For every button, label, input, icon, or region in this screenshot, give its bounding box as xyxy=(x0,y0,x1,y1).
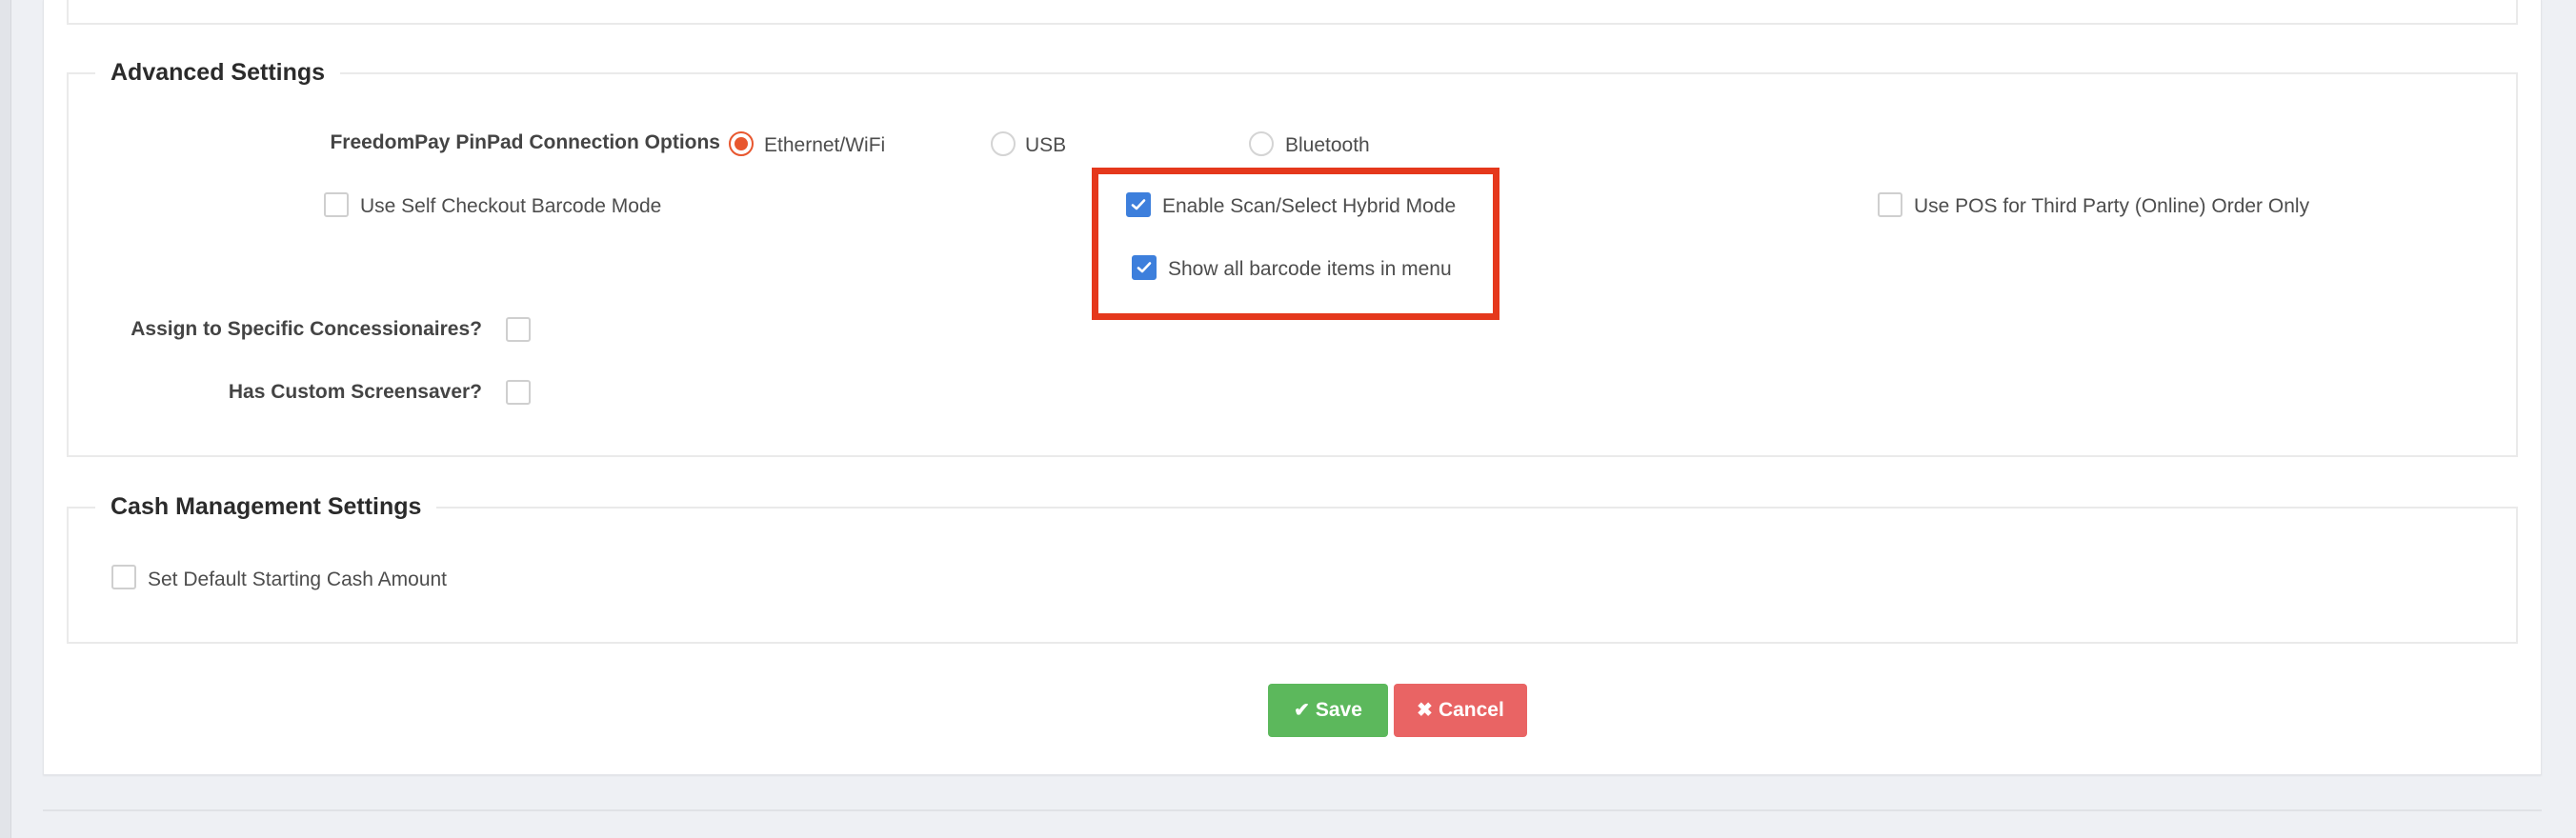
check-icon: ✔ xyxy=(1294,700,1310,721)
screensaver-label: Has Custom Screensaver? xyxy=(228,381,482,403)
third-party-checkbox[interactable] xyxy=(1878,192,1902,217)
default-cash-label[interactable]: Set Default Starting Cash Amount xyxy=(148,567,447,593)
concessionaires-label: Assign to Specific Concessionaires? xyxy=(131,318,482,340)
footer-divider xyxy=(43,809,2542,811)
pinpad-connection-label: FreedomPay PinPad Connection Options xyxy=(330,131,720,153)
save-button[interactable]: ✔ Save xyxy=(1268,684,1388,737)
advanced-settings-title: Advanced Settings xyxy=(95,55,341,90)
radio-usb[interactable] xyxy=(991,131,1016,156)
save-button-label: Save xyxy=(1315,699,1362,721)
cancel-button-label: Cancel xyxy=(1438,699,1504,721)
radio-ethernet-wifi[interactable] xyxy=(729,131,754,156)
concessionaires-checkbox[interactable] xyxy=(506,317,531,342)
self-checkout-label[interactable]: Use Self Checkout Barcode Mode xyxy=(360,193,661,220)
cancel-button[interactable]: ✖ Cancel xyxy=(1394,684,1527,737)
radio-bluetooth-label[interactable]: Bluetooth xyxy=(1285,132,1370,159)
self-checkout-checkbox[interactable] xyxy=(324,192,349,217)
settings-panel: Advanced Settings FreedomPay PinPad Conn… xyxy=(43,0,2542,775)
times-icon: ✖ xyxy=(1417,700,1433,721)
default-cash-checkbox[interactable] xyxy=(111,565,136,589)
radio-ethernet-wifi-label[interactable]: Ethernet/WiFi xyxy=(764,132,885,159)
screensaver-checkbox[interactable] xyxy=(506,380,531,405)
cash-management-title: Cash Management Settings xyxy=(95,489,437,524)
previous-section-fieldset xyxy=(67,0,2518,25)
highlight-annotation-box xyxy=(1092,168,1499,320)
left-rail xyxy=(0,0,11,838)
third-party-label[interactable]: Use POS for Third Party (Online) Order O… xyxy=(1914,193,2309,220)
radio-bluetooth[interactable] xyxy=(1249,131,1274,156)
radio-usb-label[interactable]: USB xyxy=(1025,132,1066,159)
